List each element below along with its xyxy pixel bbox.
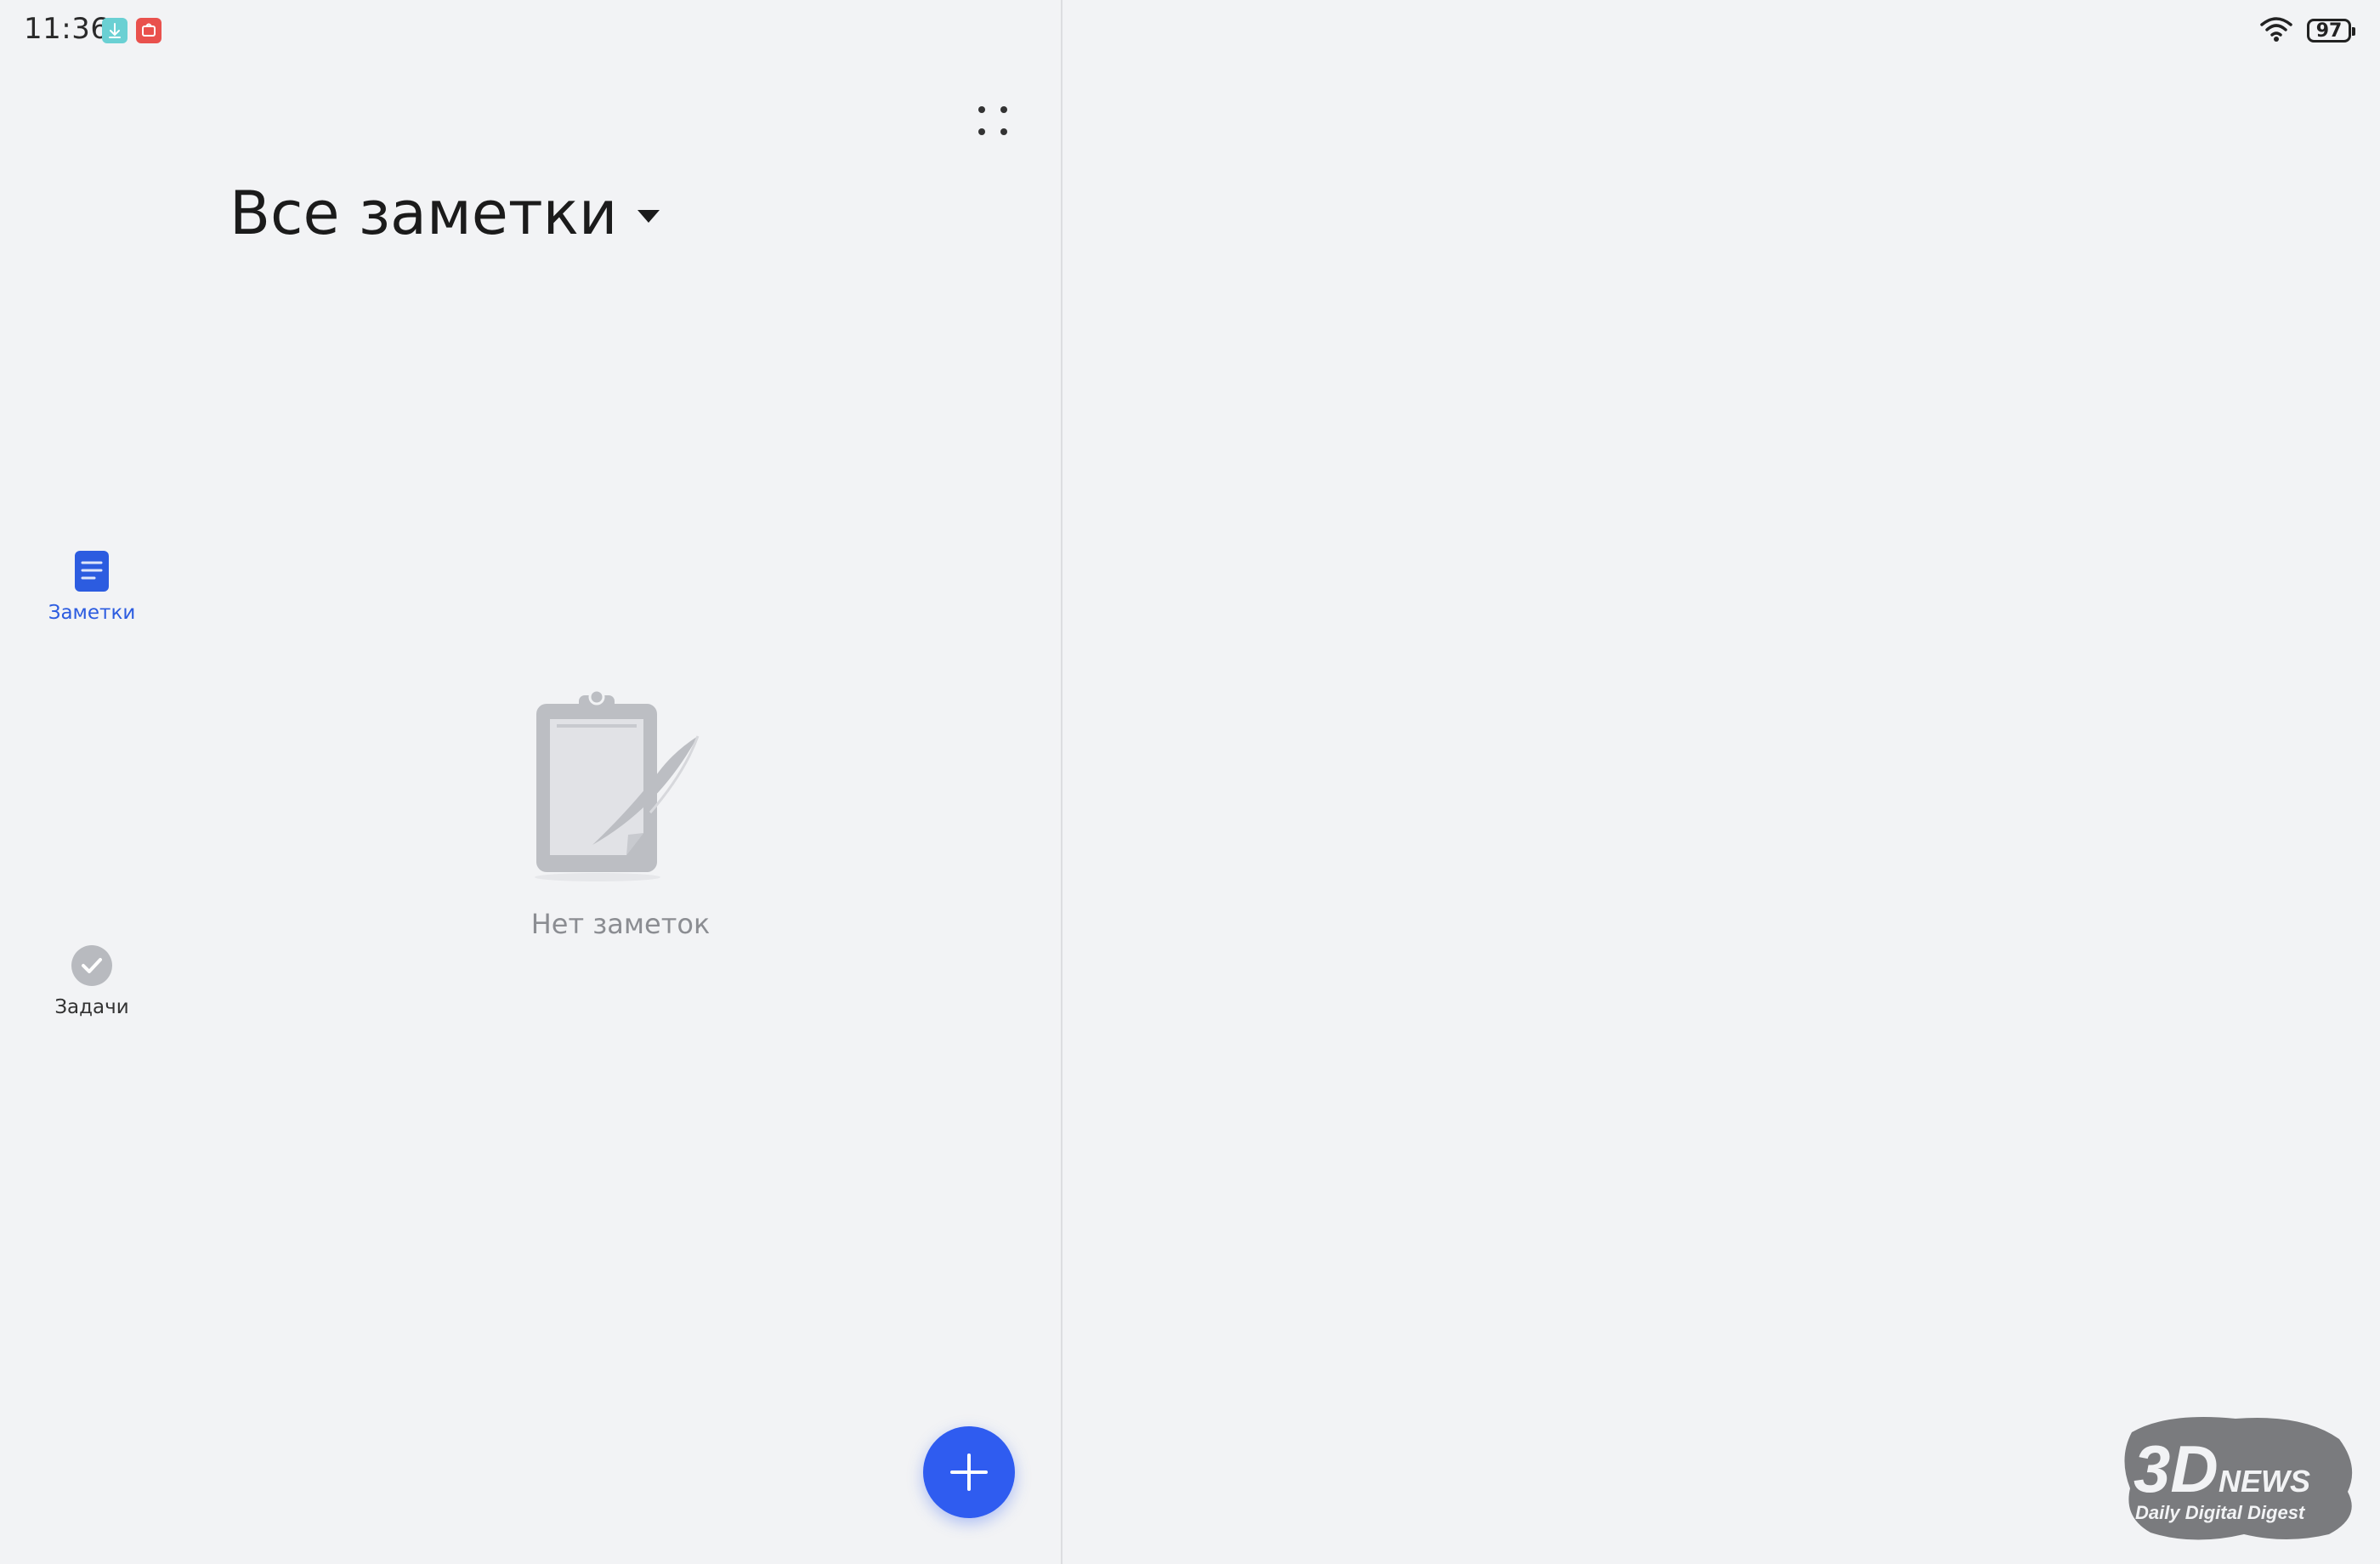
more-dots-icon [978, 106, 1007, 135]
empty-state: Нет заметок [493, 688, 748, 940]
caret-down-icon [638, 209, 660, 223]
nav-item-tasks[interactable]: Задачи [34, 944, 150, 1018]
nav-item-notes[interactable]: Заметки [34, 549, 150, 624]
svg-text:NEWS: NEWS [2218, 1464, 2310, 1499]
pane-divider [1061, 0, 1062, 1564]
folder-selector[interactable]: Все заметки [230, 178, 660, 248]
svg-text:Daily Digital Digest: Daily Digital Digest [2135, 1502, 2306, 1523]
notes-icon [75, 551, 109, 592]
plus-icon [950, 1454, 988, 1491]
tasks-check-icon [71, 945, 112, 986]
clipboard-pen-icon [535, 688, 700, 881]
battery-icon: 97 [2307, 19, 2355, 42]
page-title: Все заметки [230, 178, 618, 248]
svg-text:3D: 3D [2134, 1431, 2218, 1506]
add-note-button[interactable] [923, 1426, 1015, 1518]
watermark-logo: 3D NEWS Daily Digital Digest [2116, 1407, 2363, 1547]
wifi-icon [2259, 15, 2293, 46]
nav-label-tasks: Задачи [54, 996, 129, 1018]
status-right: 97 [2259, 15, 2355, 46]
more-options-button[interactable] [966, 94, 1020, 148]
nav-label-notes: Заметки [48, 602, 136, 624]
notes-pane: Все заметки Заметки Задачи Нет заметок [0, 0, 1061, 1564]
battery-level: 97 [2315, 20, 2343, 42]
empty-state-text: Нет заметок [530, 908, 711, 940]
